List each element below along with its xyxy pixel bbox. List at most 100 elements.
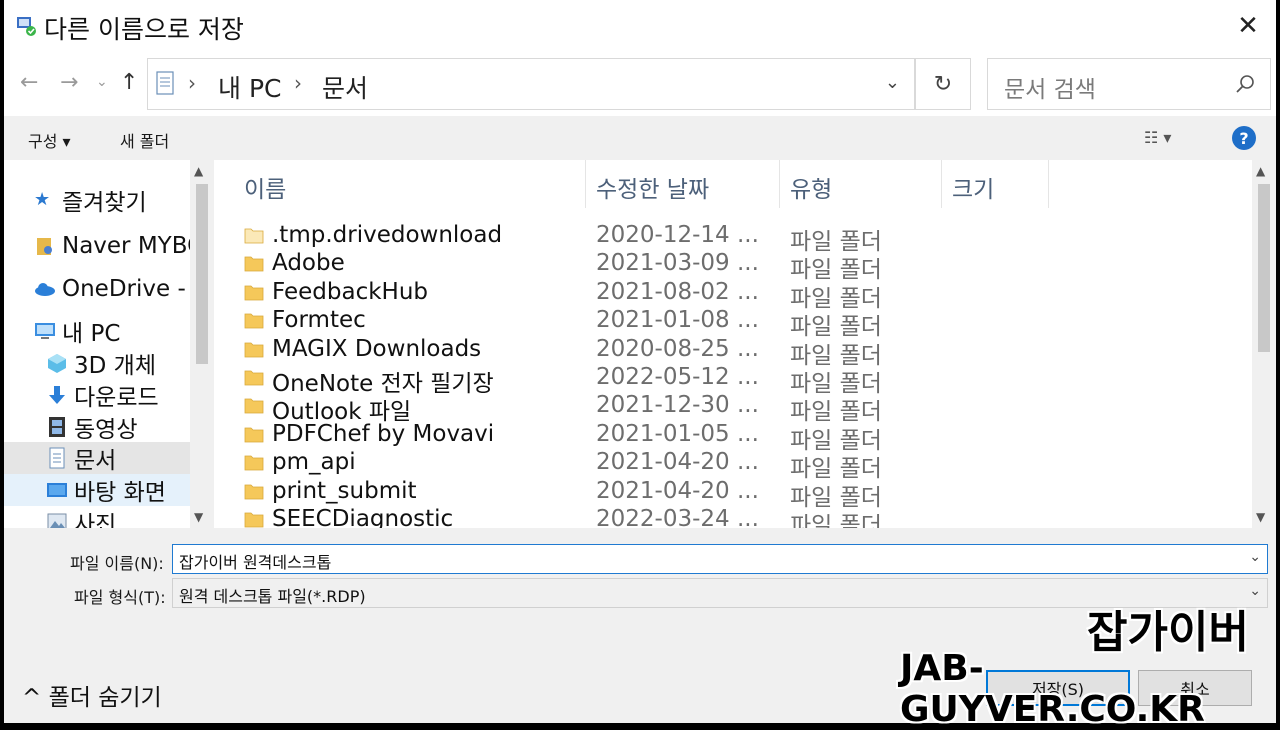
computer-icon (35, 323, 55, 339)
column-header-type[interactable]: 유형 (790, 170, 832, 204)
table-row[interactable]: Outlook 파일 2021-12-30 ... 파일 폴더 (244, 392, 944, 425)
sidebar-item-label: 문서 (74, 448, 117, 474)
column-divider[interactable] (585, 160, 586, 208)
navigation-pane: ★ 즐겨찾기 Naver MYBOX OneDrive - Personal 내… (4, 160, 214, 528)
sidebar-item-desktop[interactable]: 바탕 화면 (4, 474, 190, 506)
file-list-scrollbar[interactable]: ▲ ▼ (1252, 160, 1276, 528)
file-date: 2021-08-02 ... (596, 278, 759, 305)
scroll-up-arrow[interactable]: ▲ (194, 164, 203, 178)
folder-icon (244, 484, 264, 499)
scroll-down-arrow[interactable]: ▼ (1256, 510, 1265, 524)
scrollbar-thumb[interactable] (196, 184, 208, 364)
sidebar-item-naver-mybox[interactable]: Naver MYBOX (34, 230, 214, 262)
filename-label: 파일 이름(N): (70, 554, 164, 573)
table-row[interactable]: SEECDiagnostic 2022-03-24 ... 파일 폴더 (244, 506, 944, 528)
file-date: 2020-08-25 ... (596, 335, 759, 362)
breadcrumb-this-pc[interactable]: 내 PC (218, 69, 281, 105)
document-location-icon (156, 71, 174, 95)
table-row[interactable]: Adobe 2021-03-09 ... 파일 폴더 (244, 250, 944, 283)
mybox-icon (37, 238, 52, 255)
watermark-url: JAB-GUYVER.CO.KR (900, 648, 1205, 730)
column-divider[interactable] (779, 160, 780, 208)
file-date: 2021-04-20 ... (596, 477, 759, 504)
recent-locations-button[interactable]: ⌄ (96, 74, 108, 90)
sidebar-item-label: 3D 개체 (74, 353, 156, 379)
command-bar: 구성 ▾ 새 폴더 ☷ ▾ ? (4, 116, 1276, 160)
organize-button[interactable]: 구성 ▾ (28, 128, 71, 152)
scroll-down-arrow[interactable]: ▼ (194, 510, 203, 524)
sidebar-item-documents[interactable]: 문서 (4, 442, 190, 474)
chevron-down-icon[interactable]: ⌄ (1249, 549, 1261, 565)
file-name: MAGIX Downloads (272, 335, 482, 362)
folder-icon (244, 455, 264, 471)
file-date: 2022-05-12 ... (596, 364, 759, 390)
search-box[interactable]: 문서 검색 (987, 58, 1271, 110)
address-bar[interactable]: › 내 PC › 문서 ⌄ (147, 58, 915, 110)
table-row[interactable]: PDFChef by Movavi 2021-01-05 ... 파일 폴더 (244, 420, 944, 454)
back-button[interactable]: ← (20, 70, 38, 95)
file-date: 2021-03-09 ... (596, 250, 759, 277)
new-folder-button[interactable]: 새 폴더 (120, 128, 169, 152)
refresh-button[interactable]: ↻ (915, 58, 971, 110)
sidebar-item-downloads[interactable]: 다운로드 (46, 379, 214, 411)
desktop-icon (47, 483, 67, 497)
sidebar-item-quick-access[interactable]: ★ 즐겨찾기 (34, 184, 214, 216)
filename-input[interactable]: 잡가이버 원격데스크톱 ⌄ (172, 544, 1268, 574)
file-list: ^ 이름 수정한 날짜 유형 크기 .tmp.drivedownload 2020… (214, 160, 1276, 528)
help-button[interactable]: ? (1232, 126, 1256, 150)
table-row[interactable]: .tmp.drivedownload 2020-12-14 ... 파일 폴더 (244, 222, 944, 255)
dialog-title: 다른 이름으로 저장 (44, 15, 244, 44)
view-options-button[interactable]: ☷ ▾ (1144, 128, 1171, 147)
close-button[interactable]: ✕ (1220, 0, 1276, 52)
chevron-down-icon[interactable]: ⌄ (885, 72, 900, 93)
scroll-up-arrow[interactable]: ▲ (1256, 164, 1265, 178)
table-row[interactable]: OneNote 전자 필기장 2022-05-12 ... 파일 폴더 (244, 364, 944, 397)
sort-indicator: ^ (404, 160, 416, 170)
column-divider[interactable] (1048, 160, 1049, 208)
column-header-date[interactable]: 수정한 날짜 (596, 170, 709, 204)
file-date: 2022-03-24 ... (596, 506, 759, 528)
table-row[interactable]: print_submit 2021-04-20 ... 파일 폴더 (244, 477, 944, 511)
sidebar-item-3d-objects[interactable]: 3D 개체 (46, 347, 214, 379)
column-header-name[interactable]: 이름 (244, 170, 286, 204)
filetype-value: 원격 데스크톱 파일(*.RDP) (179, 587, 366, 606)
file-type: 파일 폴더 (790, 513, 882, 528)
sidebar-item-label: 동영상 (74, 417, 138, 443)
table-row[interactable]: Formtec 2021-01-08 ... 파일 폴더 (244, 307, 944, 340)
picture-icon (47, 513, 67, 528)
folder-icon (244, 398, 264, 414)
sidebar-item-label: 내 PC (62, 321, 121, 347)
star-icon: ★ (34, 189, 51, 210)
table-row[interactable]: FeedbackHub 2021-08-02 ... 파일 폴더 (244, 278, 944, 312)
cloud-icon (35, 283, 55, 296)
column-header-size[interactable]: 크기 (952, 170, 994, 204)
app-icon (17, 17, 36, 36)
sidebar-item-this-pc[interactable]: 내 PC (34, 315, 214, 347)
table-row[interactable]: pm_api 2021-04-20 ... 파일 폴더 (244, 449, 944, 482)
file-name: print_submit (272, 477, 417, 504)
scrollbar-thumb[interactable] (1258, 184, 1270, 352)
search-placeholder: 문서 검색 (1004, 77, 1096, 103)
folder-icon (244, 285, 264, 301)
file-name: .tmp.drivedownload (272, 222, 503, 248)
file-name: pm_api (272, 449, 356, 476)
breadcrumb-separator: › (188, 71, 196, 95)
sidebar-item-label: 바탕 화면 (74, 480, 166, 506)
file-date: 2021-01-05 ... (596, 420, 759, 447)
film-icon (49, 417, 65, 437)
file-date: 2021-04-20 ... (596, 449, 759, 476)
chevron-down-icon[interactable]: ⌄ (1249, 583, 1261, 599)
sidebar-scrollbar[interactable]: ▲ ▼ (190, 160, 214, 528)
download-icon (49, 386, 65, 404)
up-button[interactable]: ↑ (120, 70, 138, 95)
column-divider[interactable] (941, 160, 942, 208)
document-icon (49, 447, 65, 469)
sidebar-item-videos[interactable]: 동영상 (46, 411, 214, 443)
forward-button[interactable]: → (60, 70, 78, 95)
sidebar-item-pictures[interactable]: 사진 (46, 506, 214, 528)
breadcrumb-documents[interactable]: 문서 (322, 69, 368, 105)
sidebar-item-onedrive[interactable]: OneDrive - Personal (34, 273, 214, 305)
file-name: Formtec (272, 307, 366, 334)
table-row[interactable]: MAGIX Downloads 2020-08-25 ... 파일 폴더 (244, 335, 944, 369)
hide-folders-button[interactable]: ^ 폴더 숨기기 (22, 678, 162, 712)
